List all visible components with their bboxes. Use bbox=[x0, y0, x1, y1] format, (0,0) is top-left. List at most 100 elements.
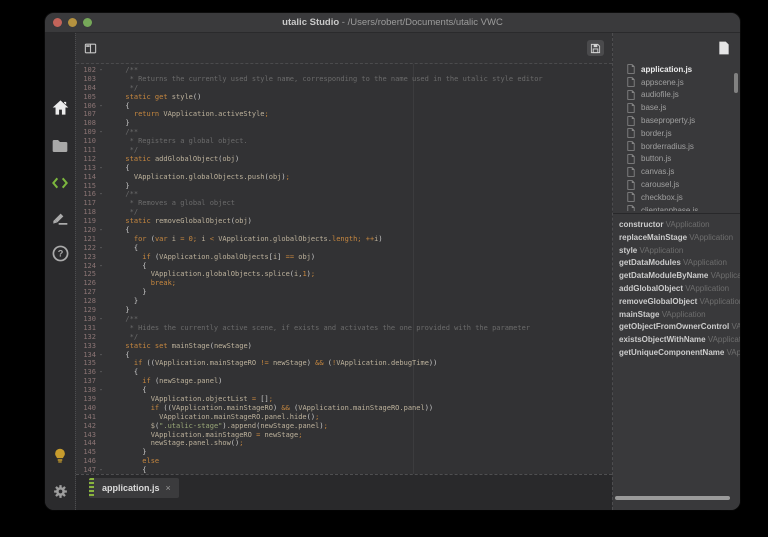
file-item[interactable]: clientappbase.js bbox=[613, 204, 740, 211]
gear-icon[interactable] bbox=[45, 483, 75, 500]
fold-marker[interactable]: - bbox=[96, 368, 106, 377]
code-line[interactable]: 109- /** bbox=[76, 128, 612, 137]
fold-marker[interactable] bbox=[96, 182, 106, 191]
code-line[interactable]: 117 * Removes a global object bbox=[76, 199, 612, 208]
code-line[interactable]: 115 } bbox=[76, 182, 612, 191]
code-line[interactable]: 114 VApplication.globalObjects.push(obj)… bbox=[76, 173, 612, 182]
code-line[interactable]: 130- /** bbox=[76, 315, 612, 324]
code-line[interactable]: 103 * Returns the currently used style n… bbox=[76, 75, 612, 84]
code-line[interactable]: 141 VApplication.mainStageRO.panel.hide(… bbox=[76, 413, 612, 422]
code-icon[interactable] bbox=[45, 177, 75, 189]
symbol-item[interactable]: getDataModuleByName VApplication bbox=[613, 270, 740, 283]
code-line[interactable]: 116- /** bbox=[76, 190, 612, 199]
code-line[interactable]: 138- { bbox=[76, 386, 612, 395]
fold-marker[interactable] bbox=[96, 119, 106, 128]
help-icon[interactable]: ? bbox=[45, 245, 75, 262]
code-line[interactable]: 121 for (var i = 0; i < VApplication.glo… bbox=[76, 235, 612, 244]
code-line[interactable]: 146 else bbox=[76, 457, 612, 466]
fold-marker[interactable] bbox=[96, 439, 106, 448]
fold-marker[interactable] bbox=[96, 448, 106, 457]
fold-marker[interactable]: - bbox=[96, 244, 106, 253]
file-item[interactable]: base.js bbox=[613, 101, 740, 114]
split-columns-icon[interactable] bbox=[84, 42, 97, 55]
code-line[interactable]: 139 VApplication.objectList = []; bbox=[76, 395, 612, 404]
code-line[interactable]: 125 VApplication.globalObjects.splice(i,… bbox=[76, 270, 612, 279]
fold-marker[interactable] bbox=[96, 359, 106, 368]
horizontal-scrollbar[interactable] bbox=[615, 496, 730, 500]
symbol-item[interactable]: constructor VApplication bbox=[613, 219, 740, 232]
symbol-item[interactable]: style VApplication bbox=[613, 245, 740, 258]
fold-marker[interactable] bbox=[96, 306, 106, 315]
symbol-item[interactable]: removeGlobalObject VApplication bbox=[613, 296, 740, 309]
symbol-item[interactable]: getUniqueComponentName VApplication bbox=[613, 347, 740, 360]
fold-marker[interactable]: - bbox=[96, 190, 106, 199]
fold-marker[interactable]: - bbox=[96, 102, 106, 111]
code-line[interactable]: 135 if ((VApplication.mainStageRO != new… bbox=[76, 359, 612, 368]
code-line[interactable]: 142 $(".utalic-stage").append(newStage.p… bbox=[76, 422, 612, 431]
tab-application-js[interactable]: application.js × bbox=[89, 478, 179, 498]
fold-marker[interactable] bbox=[96, 235, 106, 244]
vertical-scrollbar[interactable] bbox=[734, 73, 738, 93]
fold-marker[interactable] bbox=[96, 324, 106, 333]
code-line[interactable]: 102- /** bbox=[76, 66, 612, 75]
fold-marker[interactable] bbox=[96, 84, 106, 93]
fold-marker[interactable] bbox=[96, 173, 106, 182]
fold-marker[interactable]: - bbox=[96, 351, 106, 360]
code-line[interactable]: 145 } bbox=[76, 448, 612, 457]
pen-icon[interactable] bbox=[45, 213, 75, 225]
code-line[interactable]: 105 static get style() bbox=[76, 93, 612, 102]
file-item[interactable]: canvas.js bbox=[613, 165, 740, 178]
fold-marker[interactable] bbox=[96, 253, 106, 262]
fold-marker[interactable] bbox=[96, 217, 106, 226]
code-line[interactable]: 137 if (newStage.panel) bbox=[76, 377, 612, 386]
fold-marker[interactable] bbox=[96, 110, 106, 119]
fold-marker[interactable] bbox=[96, 457, 106, 466]
lightbulb-icon[interactable] bbox=[45, 448, 75, 463]
fold-marker[interactable] bbox=[96, 146, 106, 155]
code-line[interactable]: 136- { bbox=[76, 368, 612, 377]
fold-marker[interactable] bbox=[96, 333, 106, 342]
code-line[interactable]: 144 newStage.panel.show(); bbox=[76, 439, 612, 448]
fold-marker[interactable] bbox=[96, 75, 106, 84]
fold-marker[interactable]: - bbox=[96, 466, 106, 474]
code-line[interactable]: 126 break; bbox=[76, 279, 612, 288]
fold-marker[interactable]: - bbox=[96, 66, 106, 75]
fold-marker[interactable] bbox=[96, 395, 106, 404]
fold-marker[interactable] bbox=[96, 279, 106, 288]
fold-marker[interactable] bbox=[96, 413, 106, 422]
fold-marker[interactable] bbox=[96, 377, 106, 386]
file-item[interactable]: border.js bbox=[613, 127, 740, 140]
code-line[interactable]: 127 } bbox=[76, 288, 612, 297]
code-line[interactable]: 128 } bbox=[76, 297, 612, 306]
fold-marker[interactable] bbox=[96, 342, 106, 351]
fold-marker[interactable]: - bbox=[96, 164, 106, 173]
code-line[interactable]: 143 VApplication.mainStageRO = newStage; bbox=[76, 431, 612, 440]
code-line[interactable]: 106- { bbox=[76, 102, 612, 111]
code-line[interactable]: 111 */ bbox=[76, 146, 612, 155]
code-line[interactable]: 133 static set mainStage(newStage) bbox=[76, 342, 612, 351]
symbol-item[interactable]: getObjectFromOwnerControl VApplication bbox=[613, 321, 740, 334]
fold-marker[interactable]: - bbox=[96, 128, 106, 137]
symbol-item[interactable]: mainStage VApplication bbox=[613, 309, 740, 322]
fold-marker[interactable] bbox=[96, 208, 106, 217]
symbol-item[interactable]: getDataModules VApplication bbox=[613, 257, 740, 270]
code-line[interactable]: 110 * Registers a global object. bbox=[76, 137, 612, 146]
file-item[interactable]: audiofile.js bbox=[613, 89, 740, 102]
file-item[interactable]: appscene.js bbox=[613, 76, 740, 89]
code-line[interactable]: 113- { bbox=[76, 164, 612, 173]
code-line[interactable]: 134- { bbox=[76, 351, 612, 360]
fold-marker[interactable] bbox=[96, 431, 106, 440]
code-line[interactable]: 108 } bbox=[76, 119, 612, 128]
fold-marker[interactable]: - bbox=[96, 315, 106, 324]
symbol-item[interactable]: existsObjectWithName VApplication bbox=[613, 334, 740, 347]
code-line[interactable]: 140 if ((VApplication.mainStageRO) && (V… bbox=[76, 404, 612, 413]
symbol-item[interactable]: replaceMainStage VApplication bbox=[613, 232, 740, 245]
file-item[interactable]: baseproperty.js bbox=[613, 114, 740, 127]
code-line[interactable]: 123 if (VApplication.globalObjects[i] ==… bbox=[76, 253, 612, 262]
file-item[interactable]: checkbox.js bbox=[613, 191, 740, 204]
fold-marker[interactable] bbox=[96, 404, 106, 413]
code-line[interactable]: 104 */ bbox=[76, 84, 612, 93]
fold-marker[interactable] bbox=[96, 137, 106, 146]
tab-close-icon[interactable]: × bbox=[166, 483, 179, 493]
code-line[interactable]: 129 } bbox=[76, 306, 612, 315]
